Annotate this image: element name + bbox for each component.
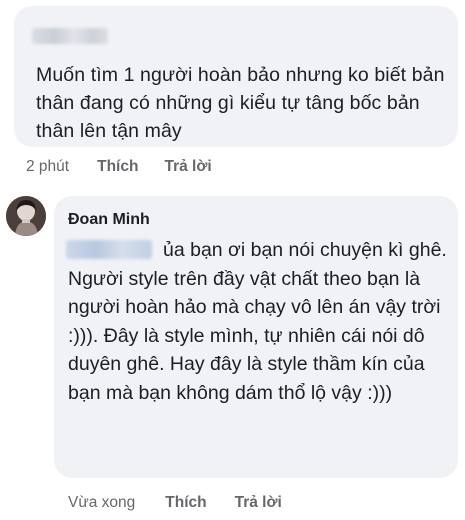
comment-timestamp[interactable]: 2 phút (26, 158, 69, 176)
comments-screenshot: Muốn tìm 1 người hoàn bảo nhưng ko biết … (0, 0, 465, 520)
comment-author[interactable]: Đoan Minh (68, 211, 150, 229)
like-button[interactable]: Thích (97, 158, 138, 176)
reply-reply-button[interactable]: Trả lời (235, 494, 282, 512)
reply-actions: Vừa xong Thích Trả lời (68, 494, 282, 512)
reply-text: ủa bạn ơi bạn nói chuyện kì ghê. Người s… (68, 236, 452, 407)
reply-like-button[interactable]: Thích (165, 494, 206, 512)
reply-button[interactable]: Trả lời (164, 158, 211, 176)
avatar[interactable] (6, 196, 46, 236)
reply-text-content: ủa bạn ơi bạn nói chuyện kì ghê. Người s… (68, 239, 447, 404)
reply-timestamp[interactable]: Vừa xong (68, 494, 135, 512)
comment-bubble: Muốn tìm 1 người hoàn bảo nhưng ko biết … (14, 6, 458, 147)
avatar-photo-icon (6, 196, 46, 236)
comment-actions: 2 phút Thích Trả lời (26, 158, 212, 176)
blurred-commenter-name (32, 28, 108, 44)
reply-bubble: Đoan Minh ủa bạn ơi bạn nói chuyện kì gh… (54, 196, 458, 478)
comment-text: Muốn tìm 1 người hoàn bảo nhưng ko biết … (36, 64, 445, 142)
